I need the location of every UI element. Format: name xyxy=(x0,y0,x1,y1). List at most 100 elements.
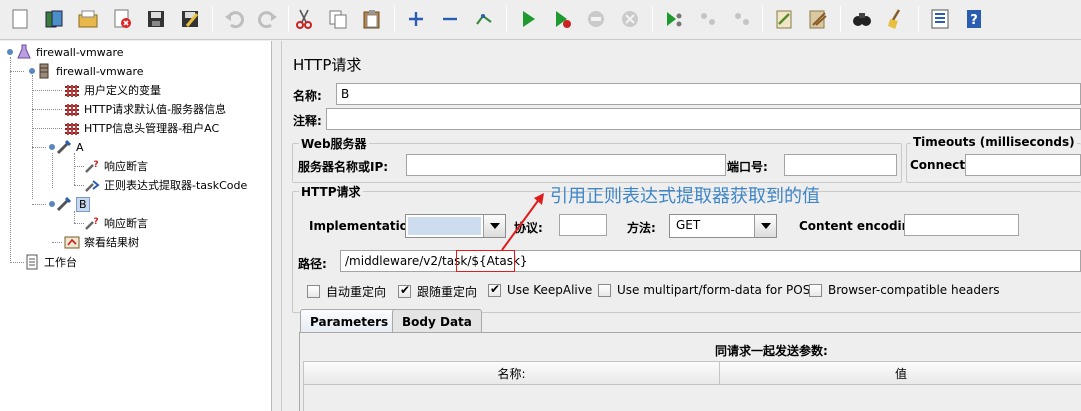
remote-stop-icon[interactable] xyxy=(694,5,722,33)
content-encoding-field[interactable] xyxy=(904,214,1019,236)
auto-redirect-checkbox[interactable]: 自动重定向 xyxy=(307,283,386,300)
panel-splitter[interactable] xyxy=(273,41,282,411)
chevron-down-icon[interactable] xyxy=(754,215,776,237)
test-plan-tree: firewall-vmware firewall-vmware 用户定义的变量 … xyxy=(0,41,272,411)
keepalive-checkbox[interactable]: Use KeepAlive xyxy=(488,282,592,297)
connect-field[interactable] xyxy=(965,154,1081,176)
checkbox-box xyxy=(398,283,411,298)
assertion-icon: ? xyxy=(84,158,100,174)
server-label: 服务器名称或IP: xyxy=(298,160,389,174)
method-select[interactable]: GET xyxy=(669,214,777,238)
remote-start-icon[interactable] xyxy=(660,5,688,33)
tree-item-label: HTTP请求默认值-服务器信息 xyxy=(84,103,227,116)
annotation-text: 引用正则表达式提取器获取到的值 xyxy=(550,186,820,207)
reset-search-icon[interactable] xyxy=(882,5,910,33)
checkbox-box xyxy=(307,285,320,298)
tree-item-results-tree[interactable]: 察看结果树 xyxy=(64,233,139,251)
tab-parameters[interactable]: Parameters xyxy=(300,309,399,333)
new-icon[interactable] xyxy=(6,5,34,33)
expand-icon[interactable] xyxy=(402,5,430,33)
tree-item-user-vars[interactable]: 用户定义的变量 xyxy=(64,81,161,99)
column-header-name[interactable]: 名称: xyxy=(303,361,720,385)
test-plan-icon xyxy=(16,44,32,60)
tree-item-assertion-a[interactable]: ? 响应断言 xyxy=(84,157,148,175)
params-table-body[interactable] xyxy=(303,385,1081,411)
stop-icon[interactable] xyxy=(582,5,610,33)
annotation-arrow-icon xyxy=(501,193,544,251)
server-field[interactable] xyxy=(406,154,726,176)
tree-toggle-icon[interactable] xyxy=(6,48,14,56)
checkbox-box xyxy=(598,283,611,297)
tree-toggle-icon[interactable] xyxy=(48,200,56,208)
shutdown-icon[interactable] xyxy=(616,5,644,33)
clear-icon[interactable] xyxy=(770,5,798,33)
path-field[interactable]: /middleware/v2/task/${Atask} xyxy=(340,250,1081,272)
tree-item-label: 响应断言 xyxy=(104,217,148,230)
tab-body-data[interactable]: Body Data xyxy=(392,309,482,333)
tree-toggle-icon[interactable] xyxy=(28,67,36,75)
tree-item-label: HTTP信息头管理器-租户AC xyxy=(84,122,220,135)
config-element-icon xyxy=(64,120,80,136)
save-icon[interactable] xyxy=(142,5,170,33)
multipart-checkbox[interactable]: Use multipart/form-data for POST xyxy=(598,283,818,297)
tree-root-label: firewall-vmware xyxy=(36,45,124,59)
port-field[interactable] xyxy=(784,154,897,176)
comment-field[interactable] xyxy=(326,108,1081,130)
open-icon[interactable] xyxy=(74,5,102,33)
protocol-field[interactable] xyxy=(559,214,607,236)
sampler-icon xyxy=(56,139,72,155)
redo-icon[interactable] xyxy=(254,5,282,33)
tree-item-label: 响应断言 xyxy=(104,160,148,173)
method-label: 方法: xyxy=(627,221,656,235)
tree-item-http-defaults[interactable]: HTTP请求默认值-服务器信息 xyxy=(64,100,226,118)
start-icon[interactable] xyxy=(514,5,542,33)
remote-shutdown-icon[interactable] xyxy=(728,5,756,33)
toggle-icon[interactable] xyxy=(470,5,498,33)
assertion-icon: ? xyxy=(84,215,100,231)
close-icon[interactable] xyxy=(108,5,136,33)
tree-item-sampler-a[interactable]: A xyxy=(48,138,84,156)
tree-item-label: 用户定义的变量 xyxy=(84,84,161,97)
parameters-tab-body: 同请求一起发送参数: 名称: 值 xyxy=(299,332,1081,411)
port-label: 端口号: xyxy=(727,160,768,174)
paste-icon[interactable] xyxy=(358,5,386,33)
collapse-icon[interactable] xyxy=(436,5,464,33)
connect-label: Connect: xyxy=(910,158,970,172)
svg-text:?: ? xyxy=(93,160,98,170)
page-title: HTTP请求 xyxy=(293,56,362,74)
browser-headers-checkbox[interactable]: Browser-compatible headers xyxy=(809,283,1000,297)
post-processor-icon xyxy=(84,177,100,193)
tree-thread-group-node[interactable]: firewall-vmware xyxy=(28,62,144,80)
name-field[interactable]: B xyxy=(336,83,1081,105)
cut-icon[interactable] xyxy=(290,5,318,33)
svg-text:?: ? xyxy=(93,217,98,227)
clear-all-icon[interactable] xyxy=(804,5,832,33)
help-icon[interactable]: ? xyxy=(960,5,988,33)
templates-icon[interactable] xyxy=(40,5,68,33)
tree-root-node[interactable]: firewall-vmware xyxy=(6,43,124,61)
column-header-value[interactable]: 值 xyxy=(719,361,1081,385)
sampler-icon xyxy=(56,196,72,212)
copy-icon[interactable] xyxy=(324,5,352,33)
tree-item-assertion-b[interactable]: ? 响应断言 xyxy=(84,214,148,232)
web-server-legend: Web服务器 xyxy=(299,135,369,152)
implementation-select[interactable] xyxy=(405,214,506,238)
save-as-icon[interactable] xyxy=(176,5,204,33)
tree-item-regex-extractor[interactable]: 正则表达式提取器-taskCode xyxy=(84,176,247,194)
tree-item-header-manager[interactable]: HTTP信息头管理器-租户AC xyxy=(64,119,219,137)
listener-icon xyxy=(64,234,80,250)
path-label: 路径: xyxy=(298,257,327,271)
http-request-panel: HTTP请求 名称: B 注释: Web服务器 服务器名称或IP: 端口号: T… xyxy=(283,41,1081,411)
undo-icon[interactable] xyxy=(220,5,248,33)
start-no-pause-icon[interactable] xyxy=(548,5,576,33)
function-helper-icon[interactable] xyxy=(926,5,954,33)
tree-item-sampler-b[interactable]: B xyxy=(48,195,90,213)
http-request-legend: HTTP请求 xyxy=(299,183,363,200)
path-prefix: /middleware/v2/task/ xyxy=(345,254,472,268)
follow-redirect-checkbox[interactable]: 跟随重定向 xyxy=(398,283,477,300)
search-icon[interactable] xyxy=(848,5,876,33)
comment-label: 注释: xyxy=(293,114,322,128)
tree-toggle-icon[interactable] xyxy=(48,143,56,151)
tree-workbench-node[interactable]: 工作台 xyxy=(24,253,77,271)
tree-item-label: A xyxy=(76,140,84,154)
